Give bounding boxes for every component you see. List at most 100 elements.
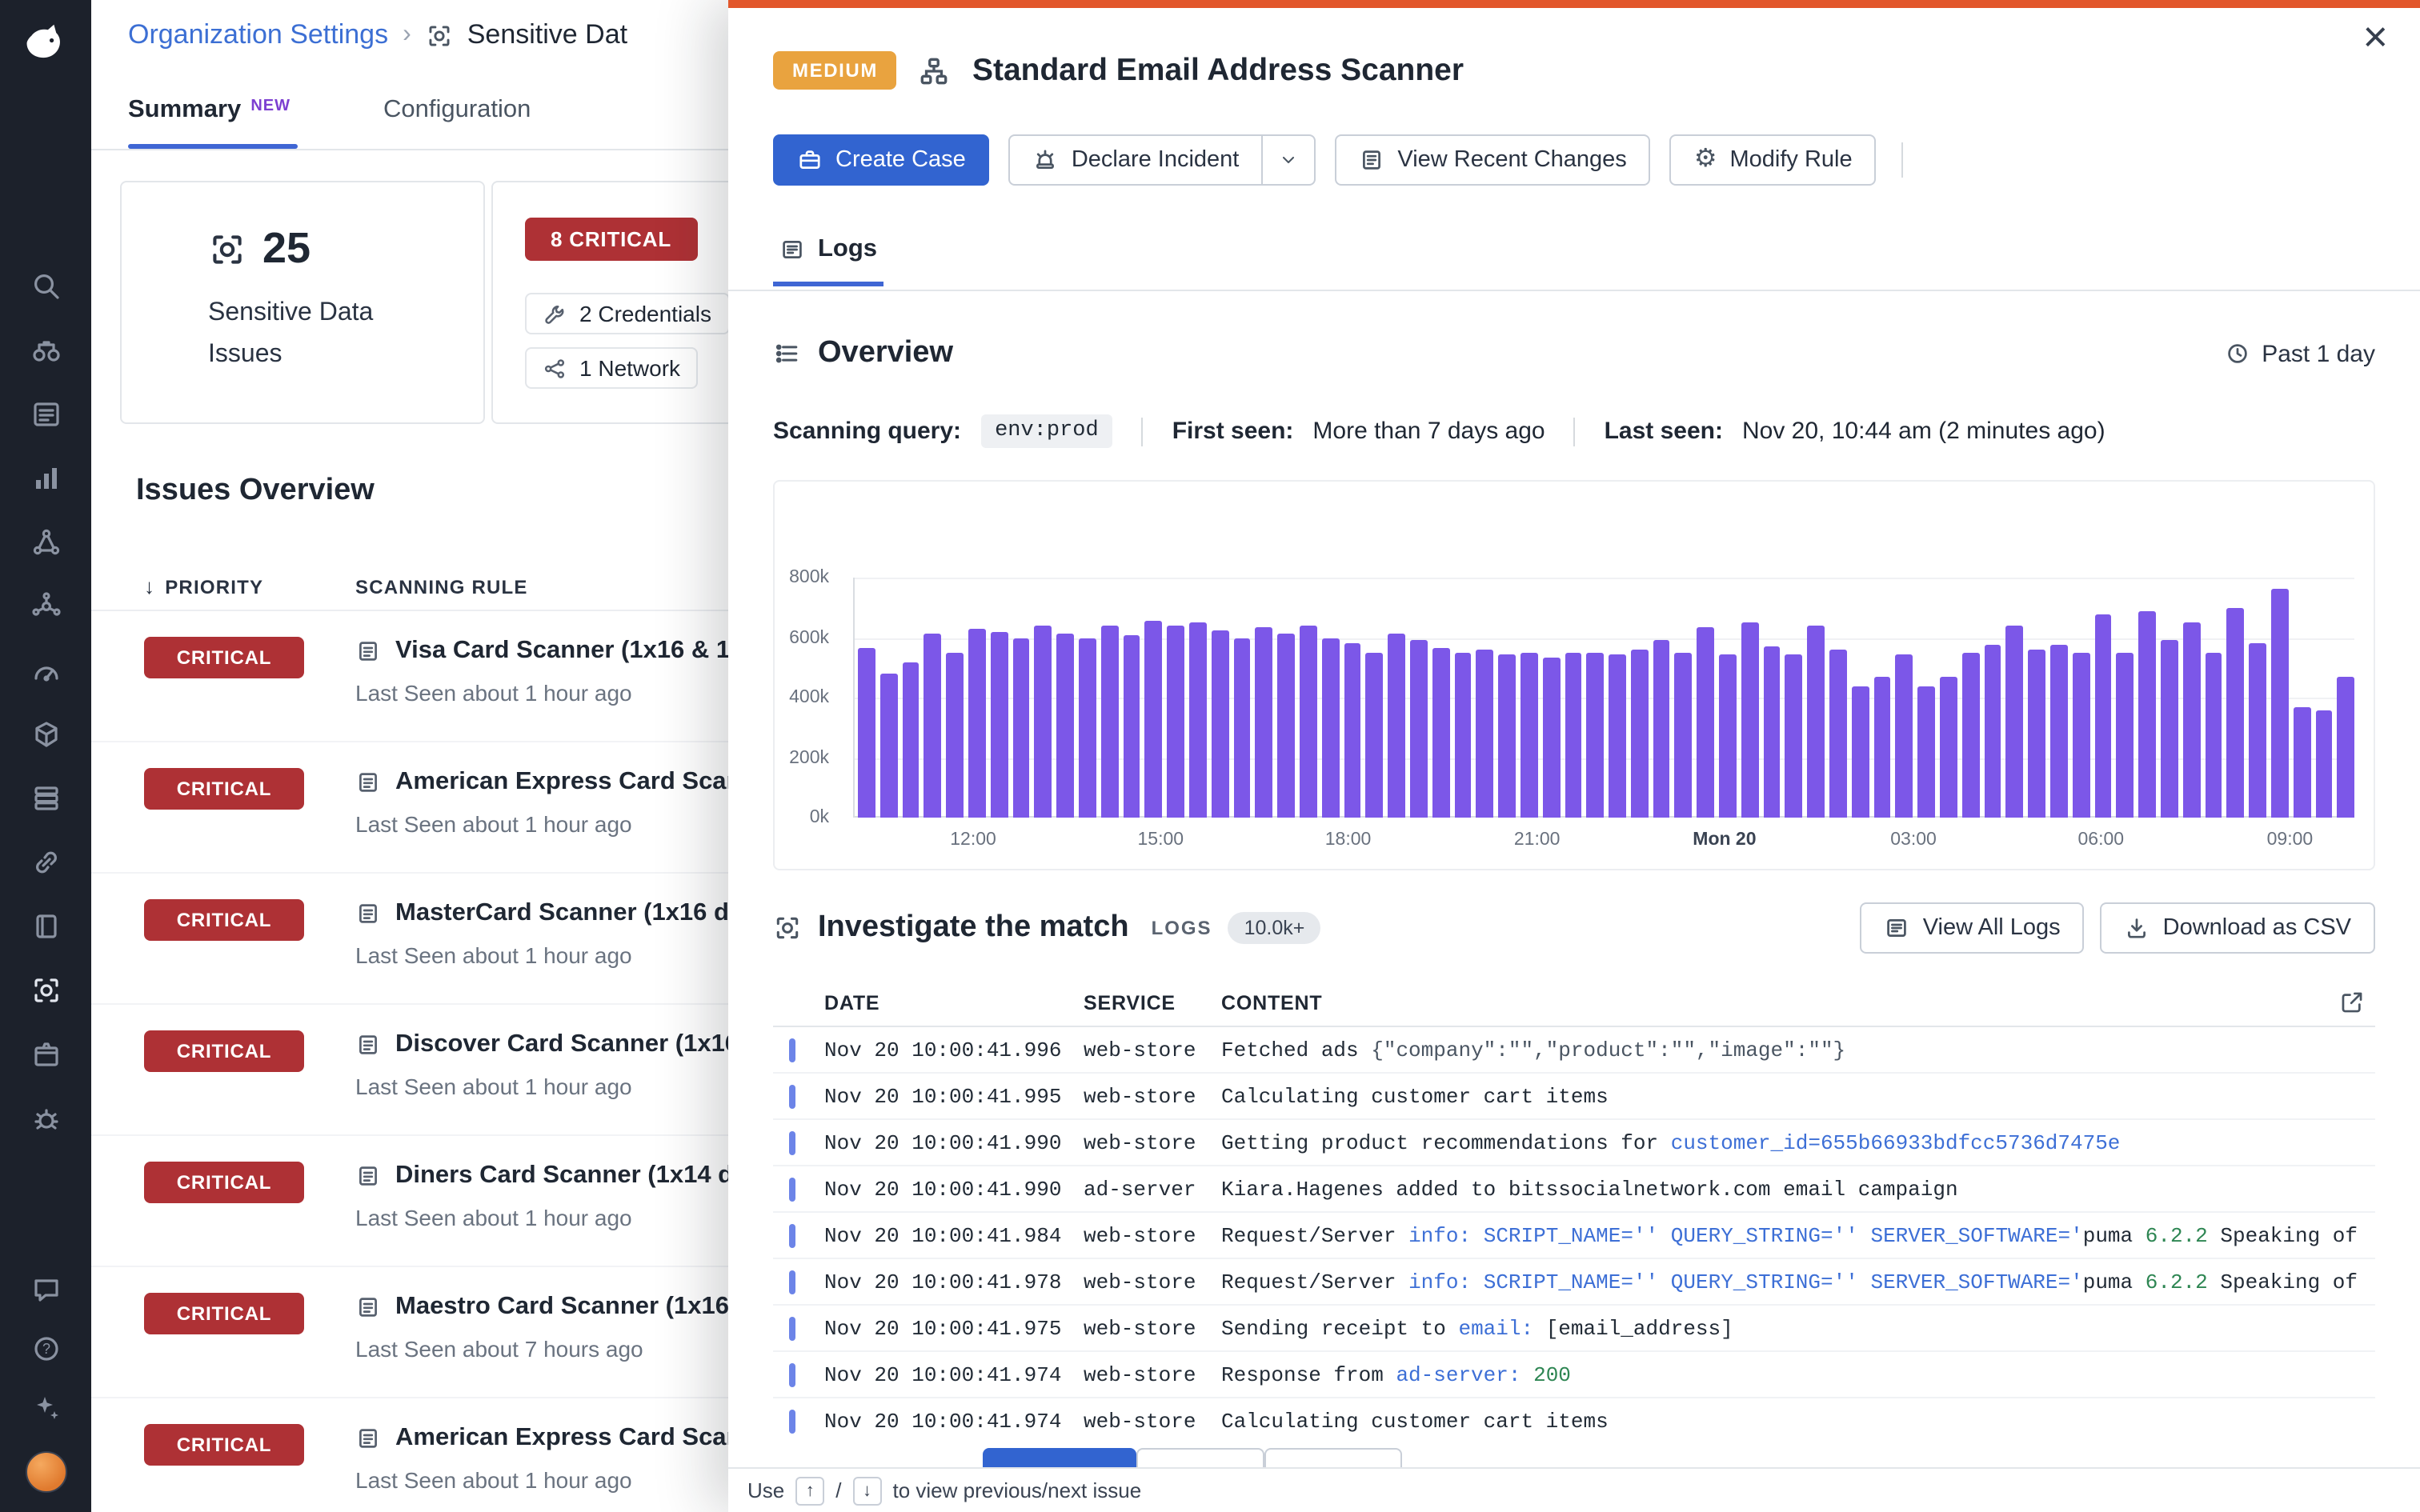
chart-bar[interactable]	[1035, 626, 1052, 818]
chart-bar[interactable]	[1498, 654, 1516, 818]
sparkles-icon[interactable]	[30, 1392, 62, 1424]
security-scanner-icon[interactable]	[30, 974, 62, 1006]
metrics-icon[interactable]	[30, 462, 62, 494]
chart-bar[interactable]	[1873, 678, 1891, 818]
tab-configuration[interactable]: Configuration	[383, 93, 531, 149]
chart-bar[interactable]	[1984, 645, 2001, 818]
chart-bar[interactable]	[2138, 610, 2156, 818]
modify-rule-button[interactable]: ⚙ Modify Rule	[1670, 134, 1877, 186]
chart-bar[interactable]	[1145, 621, 1163, 818]
integrations-icon[interactable]	[30, 846, 62, 878]
log-row[interactable]: Nov 20 10:00:41.990 web-store Getting pr…	[773, 1120, 2375, 1166]
chart-bar[interactable]	[1012, 638, 1030, 818]
chart-bar[interactable]	[1410, 641, 1428, 818]
chart-bar[interactable]	[1454, 654, 1472, 818]
chart-bar[interactable]	[1521, 652, 1538, 818]
tab-logs[interactable]: Logs	[773, 235, 883, 286]
time-range-selector[interactable]: Past 1 day	[2225, 340, 2375, 367]
chart-bar[interactable]	[1476, 650, 1494, 818]
log-row[interactable]: Nov 20 10:00:41.978 web-store Request/Se…	[773, 1259, 2375, 1306]
chart-bar[interactable]	[2028, 649, 2045, 818]
download-csv-button[interactable]: Download as CSV	[2101, 902, 2375, 954]
credentials-chip[interactable]: 2 Credentials	[525, 293, 729, 334]
service-map-icon[interactable]	[30, 590, 62, 622]
chart-bar[interactable]	[1653, 641, 1670, 818]
critical-count-badge[interactable]: 8 CRITICAL	[525, 218, 697, 261]
chart-bar[interactable]	[1344, 644, 1361, 818]
chart-bar[interactable]	[1785, 654, 1803, 818]
chart-bar[interactable]	[1852, 686, 1869, 818]
apm-icon[interactable]	[30, 526, 62, 558]
declare-incident-button[interactable]: Declare Incident	[1009, 134, 1264, 186]
chart-bar[interactable]	[1565, 654, 1582, 818]
log-row[interactable]: Nov 20 10:00:41.990 ad-server Kiara.Hage…	[773, 1166, 2375, 1213]
chart-bar[interactable]	[1388, 634, 1405, 818]
chart-bar[interactable]	[1123, 635, 1140, 818]
log-row[interactable]: Nov 20 10:00:41.974 web-store Calculatin…	[773, 1398, 2375, 1437]
datadog-logo-icon[interactable]	[0, 0, 91, 91]
chart-bar[interactable]	[1609, 654, 1626, 818]
chart-bar[interactable]	[1167, 625, 1184, 818]
chart-bar[interactable]	[2183, 622, 2201, 818]
chart-bar[interactable]	[880, 674, 898, 818]
chart-bar[interactable]	[1808, 626, 1825, 818]
processes-icon[interactable]	[30, 782, 62, 814]
close-icon[interactable]: ×	[2362, 16, 2388, 59]
log-row[interactable]: Nov 20 10:00:41.995 web-store Calculatin…	[773, 1074, 2375, 1120]
chart-bar[interactable]	[1321, 638, 1339, 818]
view-all-logs-button[interactable]: View All Logs	[1861, 902, 2085, 954]
chart-bar[interactable]	[2161, 640, 2178, 818]
column-scanning-rule[interactable]: SCANNING RULE	[355, 575, 528, 598]
network-chip[interactable]: 1 Network	[525, 347, 698, 389]
chart-bar[interactable]	[2006, 626, 2024, 818]
chart-bar[interactable]	[902, 662, 920, 818]
chart-bar[interactable]	[1079, 638, 1096, 818]
ci-icon[interactable]	[30, 1102, 62, 1134]
chart-bar[interactable]	[1962, 654, 1980, 818]
events-icon[interactable]	[30, 398, 62, 430]
log-row[interactable]: Nov 20 10:00:41.975 web-store Sending re…	[773, 1306, 2375, 1352]
refresh-button[interactable]	[1929, 154, 1942, 166]
chart-bar[interactable]	[1587, 652, 1605, 818]
chart-bar[interactable]	[1697, 627, 1715, 818]
chart-bar[interactable]	[946, 652, 964, 818]
scanning-query-chip[interactable]: env:prod	[980, 414, 1113, 448]
chart-bar[interactable]	[2094, 614, 2112, 818]
chart-bar[interactable]	[1631, 649, 1649, 818]
chart-bar[interactable]	[1829, 650, 1847, 818]
watchdog-icon[interactable]	[30, 334, 62, 366]
chart-bar[interactable]	[1366, 654, 1384, 818]
chart-bar[interactable]	[1542, 657, 1560, 818]
log-row[interactable]: Nov 20 10:00:41.996 web-store Fetched ad…	[773, 1027, 2375, 1074]
search-icon[interactable]	[30, 270, 62, 302]
chart-bar[interactable]	[2315, 710, 2333, 818]
column-priority[interactable]: ↓ PRIORITY	[144, 574, 355, 598]
chart-bar[interactable]	[2227, 608, 2245, 818]
chart-bar[interactable]	[2073, 654, 2090, 818]
chat-icon[interactable]	[30, 1274, 62, 1306]
chart-bar[interactable]	[1763, 646, 1781, 818]
chart-bar[interactable]	[1918, 686, 1936, 818]
packages-icon[interactable]	[30, 1038, 62, 1070]
chart-bar[interactable]	[1719, 655, 1737, 818]
notebooks-icon[interactable]	[30, 910, 62, 942]
create-case-button[interactable]: Create Case	[773, 134, 990, 186]
monitors-icon[interactable]	[30, 654, 62, 686]
chart-bar[interactable]	[1896, 654, 1913, 818]
tab-summary[interactable]: Summary NEW	[128, 93, 290, 149]
chart-bar[interactable]	[2338, 677, 2355, 818]
chart-bar[interactable]	[1432, 648, 1449, 818]
infrastructure-icon[interactable]	[30, 718, 62, 750]
chart-bar[interactable]	[991, 632, 1008, 818]
chart-bar[interactable]	[924, 634, 942, 818]
log-row[interactable]: Nov 20 10:00:41.974 web-store Response f…	[773, 1352, 2375, 1398]
chart-bar[interactable]	[2050, 644, 2068, 818]
chart-bar[interactable]	[1940, 677, 1957, 818]
chart-bar[interactable]	[1300, 626, 1317, 818]
chart-bar[interactable]	[1741, 622, 1759, 818]
declare-incident-dropdown[interactable]	[1263, 134, 1316, 186]
help-icon[interactable]: ?	[30, 1333, 62, 1365]
chart-bar[interactable]	[968, 628, 986, 818]
chart-bar[interactable]	[1233, 638, 1251, 818]
chart-bar[interactable]	[858, 648, 875, 818]
